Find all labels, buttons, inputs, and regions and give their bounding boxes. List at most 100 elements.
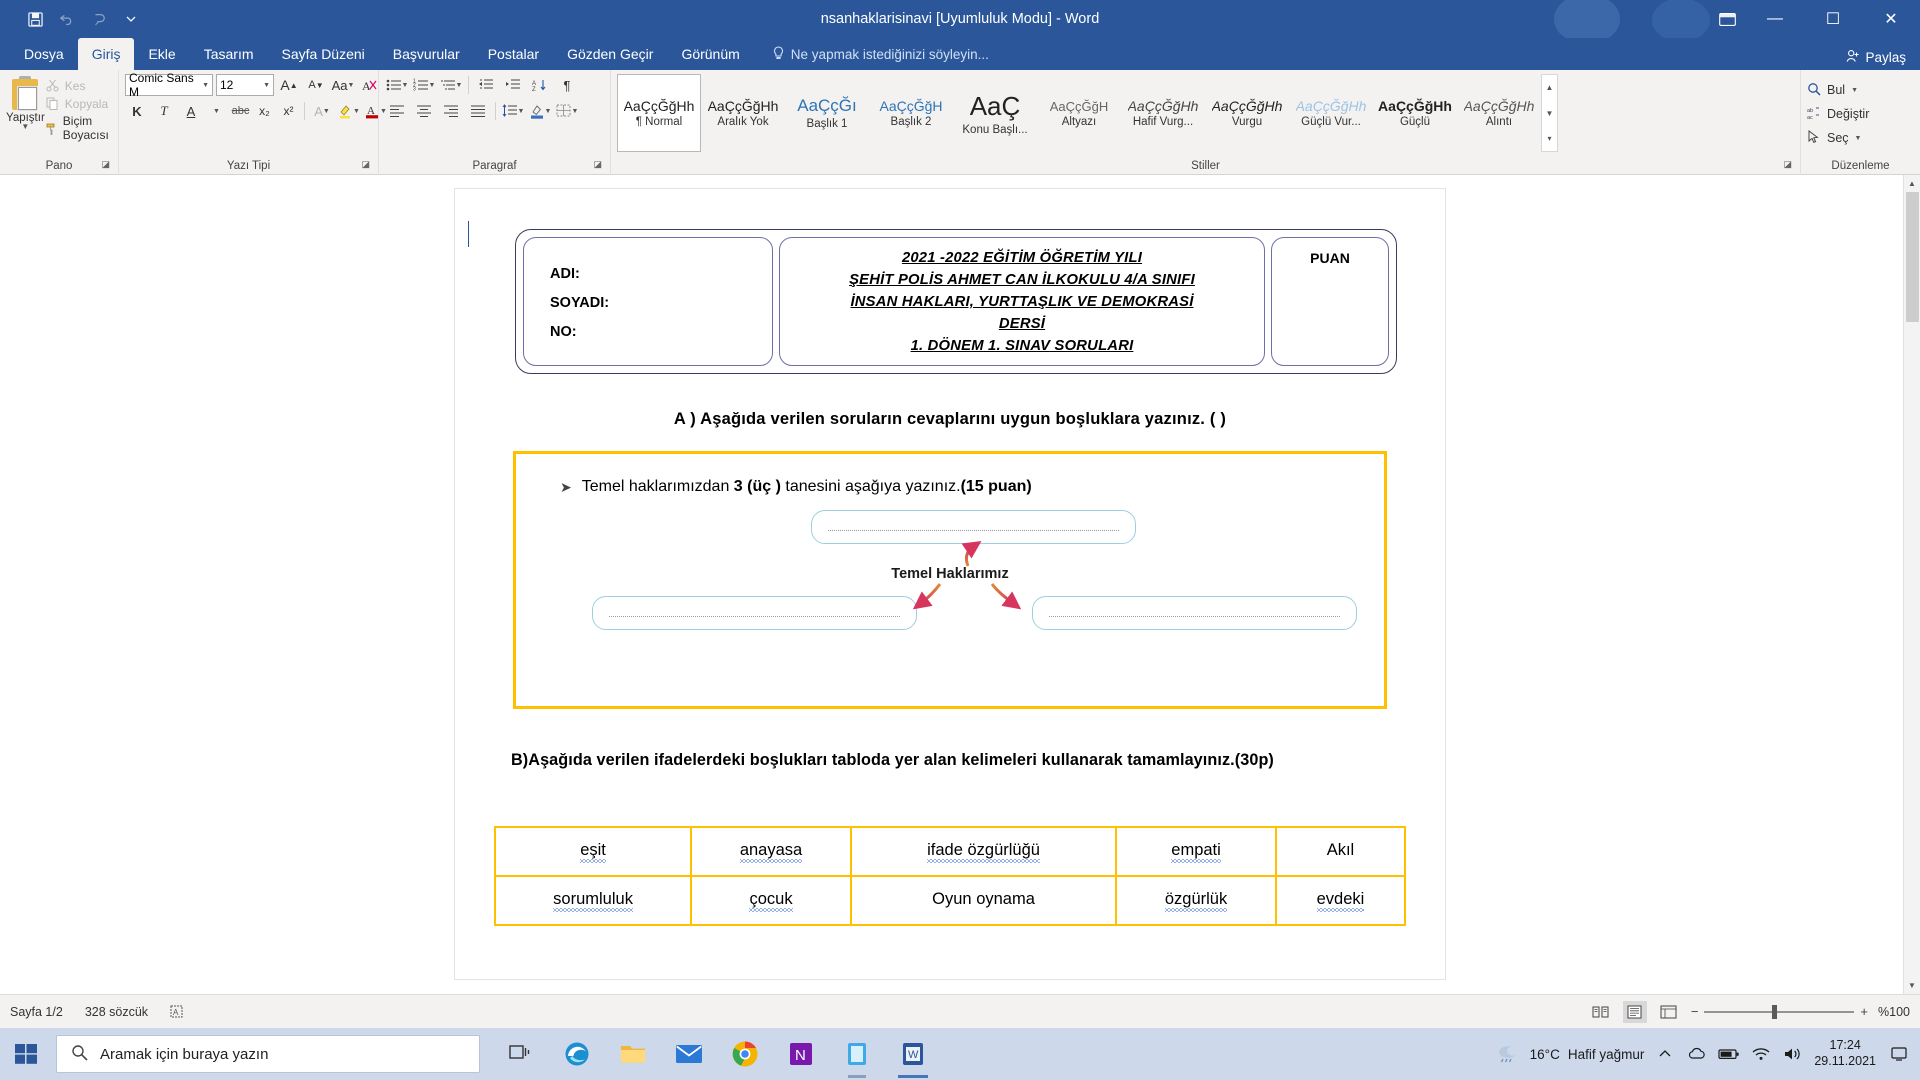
- font-dialog-launcher-icon[interactable]: ◪: [361, 156, 370, 173]
- edge-icon[interactable]: [554, 1030, 600, 1078]
- styles-more-icon[interactable]: ▾: [1542, 126, 1557, 151]
- style-guclu-vurgu[interactable]: AaÇçĞğHh Güçlü Vur...: [1289, 74, 1373, 152]
- store-icon[interactable]: [834, 1030, 880, 1078]
- onenote-icon[interactable]: N: [778, 1030, 824, 1078]
- style-baslik-2[interactable]: AaÇçĞğH Başlık 2: [869, 74, 953, 152]
- highlight-icon[interactable]: ▼: [337, 100, 361, 122]
- shrink-font-button[interactable]: A ▼: [304, 74, 328, 96]
- table-cell[interactable]: özgürlük: [1115, 875, 1277, 927]
- print-layout-icon[interactable]: [1622, 1000, 1647, 1023]
- wifi-icon[interactable]: [1750, 1043, 1772, 1065]
- battery-icon[interactable]: [1718, 1043, 1740, 1065]
- find-button[interactable]: Bul ▼: [1807, 78, 1858, 102]
- bullet-list-icon[interactable]: ▼: [385, 74, 409, 96]
- style-alinti[interactable]: AaÇçĞğHh Alıntı: [1457, 74, 1541, 152]
- table-cell[interactable]: sorumluluk: [493, 875, 693, 927]
- taskbar-clock[interactable]: 17:24 29.11.2021: [1814, 1038, 1876, 1069]
- taskbar-search-input[interactable]: Aramak için buraya yazın: [56, 1035, 480, 1073]
- table-cell[interactable]: Oyun oynama: [849, 875, 1118, 927]
- word-bank-table[interactable]: eşit anayasa ifade özgürlüğü empati Akıl…: [493, 826, 1407, 927]
- diagram-blank-top[interactable]: [811, 510, 1136, 545]
- zoom-level-label[interactable]: %100: [1878, 1005, 1910, 1019]
- tab-gorunum[interactable]: Görünüm: [667, 38, 753, 70]
- style-altyazi[interactable]: AaÇçĞğH Altyazı: [1037, 74, 1121, 152]
- increase-indent-icon[interactable]: [501, 74, 525, 96]
- chrome-icon[interactable]: [722, 1030, 768, 1078]
- styles-dialog-launcher-icon[interactable]: ◪: [1783, 156, 1792, 173]
- file-explorer-icon[interactable]: [610, 1030, 656, 1078]
- diagram-blank-right[interactable]: [1032, 596, 1357, 631]
- underline-button[interactable]: A: [179, 100, 203, 122]
- weather-widget[interactable]: 16°C Hafif yağmur: [1496, 1043, 1644, 1066]
- task-view-icon[interactable]: [498, 1030, 544, 1078]
- multilevel-list-icon[interactable]: ▼: [439, 74, 463, 96]
- tab-ekle[interactable]: Ekle: [134, 38, 189, 70]
- paste-button[interactable]: Yapıştır ▼: [6, 74, 45, 131]
- volume-icon[interactable]: [1782, 1043, 1804, 1065]
- clipboard-dialog-launcher-icon[interactable]: ◪: [101, 156, 110, 173]
- diagram-blank-left[interactable]: [592, 596, 917, 631]
- paragraph-dialog-launcher-icon[interactable]: ◪: [593, 156, 602, 173]
- mail-icon[interactable]: [666, 1030, 712, 1078]
- redo-icon[interactable]: [84, 6, 114, 32]
- word-count[interactable]: 328 sözcük: [85, 1005, 148, 1019]
- table-row[interactable]: eşit anayasa ifade özgürlüğü empati Akıl: [493, 826, 1407, 878]
- vertical-scrollbar[interactable]: ▲ ▼: [1903, 175, 1920, 994]
- tab-tasarim[interactable]: Tasarım: [190, 38, 268, 70]
- style-vurgu[interactable]: AaÇçĞğHh Vurgu: [1205, 74, 1289, 152]
- read-mode-icon[interactable]: [1589, 1001, 1613, 1023]
- scrollbar-thumb[interactable]: [1906, 192, 1919, 322]
- styles-scroll-up-icon[interactable]: ▲: [1542, 75, 1557, 100]
- windows-start-icon[interactable]: [0, 1028, 52, 1080]
- zoom-slider[interactable]: − +: [1691, 1004, 1868, 1019]
- font-name-combo[interactable]: Comic Sans M ▼: [125, 71, 213, 99]
- superscript-button[interactable]: x²: [278, 100, 299, 122]
- table-cell[interactable]: empati: [1115, 826, 1277, 878]
- style-hafif-vurgu[interactable]: AaÇçĞğHh Hafif Vurg...: [1121, 74, 1205, 152]
- table-cell[interactable]: eşit: [493, 826, 693, 878]
- italic-button[interactable]: T: [152, 100, 176, 122]
- underline-caret-icon[interactable]: ▼: [206, 100, 227, 122]
- align-right-icon[interactable]: [439, 100, 463, 122]
- tab-giris[interactable]: Giriş: [77, 38, 135, 70]
- replace-button[interactable]: ab ac Değiştir: [1807, 102, 1869, 126]
- account-avatar[interactable]: [1652, 0, 1710, 42]
- close-button[interactable]: ✕: [1862, 0, 1920, 38]
- styles-scroll-down-icon[interactable]: ▼: [1542, 101, 1557, 126]
- zoom-in-button[interactable]: +: [1860, 1004, 1868, 1019]
- strikethrough-button[interactable]: abc: [230, 100, 251, 122]
- web-layout-icon[interactable]: [1657, 1001, 1681, 1023]
- page-indicator[interactable]: Sayfa 1/2: [10, 1005, 63, 1019]
- paste-caret-icon[interactable]: ▼: [21, 122, 29, 131]
- decrease-indent-icon[interactable]: [474, 74, 498, 96]
- justify-icon[interactable]: [466, 100, 490, 122]
- zoom-out-button[interactable]: −: [1691, 1004, 1699, 1019]
- align-center-icon[interactable]: [412, 100, 436, 122]
- scroll-down-icon[interactable]: ▼: [1904, 977, 1920, 994]
- sort-icon[interactable]: AZ: [528, 74, 552, 96]
- font-size-combo[interactable]: 12 ▼: [216, 74, 274, 96]
- style-konu-basligi[interactable]: AaÇ Konu Başlı...: [953, 74, 1037, 152]
- chevron-down-icon[interactable]: ▼: [1855, 135, 1862, 142]
- show-formatting-marks-icon[interactable]: ¶: [555, 74, 579, 96]
- align-left-icon[interactable]: [385, 100, 409, 122]
- bold-button[interactable]: K: [125, 100, 149, 122]
- chevron-down-icon[interactable]: ▼: [1851, 87, 1858, 94]
- proofing-icon[interactable]: A: [170, 1005, 186, 1019]
- onedrive-icon[interactable]: [1686, 1043, 1708, 1065]
- numbered-list-icon[interactable]: 1 2 3 ▼: [412, 74, 436, 96]
- grow-font-button[interactable]: A ▲: [277, 74, 301, 96]
- tab-postalar[interactable]: Postalar: [474, 38, 553, 70]
- tab-dosya[interactable]: Dosya: [10, 38, 78, 70]
- style-baslik-1[interactable]: AaÇçĞı Başlık 1: [785, 74, 869, 152]
- shading-icon[interactable]: ▼: [528, 100, 552, 122]
- tab-gozden-gecir[interactable]: Gözden Geçir: [553, 38, 667, 70]
- zoom-track[interactable]: [1704, 1004, 1855, 1019]
- document-area[interactable]: ADI: SOYADI: NO: 2021 -2022 EĞİTİM ÖĞRET…: [0, 175, 1920, 994]
- share-button[interactable]: Paylaş: [1846, 49, 1906, 66]
- tell-me-search[interactable]: Ne yapmak istediğinizi söyleyin...: [772, 38, 989, 70]
- table-cell[interactable]: Akıl: [1274, 826, 1407, 878]
- borders-icon[interactable]: ▼: [555, 100, 579, 122]
- ribbon-display-options-icon[interactable]: [1714, 9, 1740, 29]
- maximize-button[interactable]: ☐: [1804, 0, 1862, 38]
